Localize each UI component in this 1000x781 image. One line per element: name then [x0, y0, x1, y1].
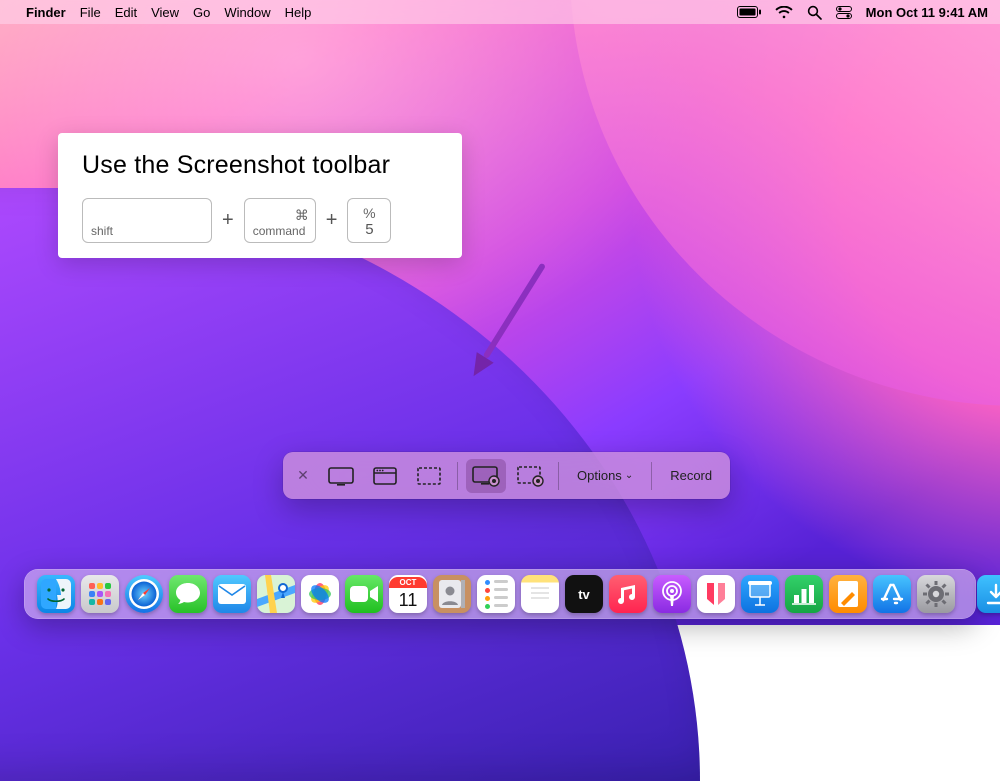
- chevron-down-icon: ⌄: [625, 470, 633, 481]
- key-shift: shift: [82, 198, 212, 243]
- toolbar-separator: [558, 462, 559, 490]
- plus-icon: +: [220, 209, 236, 232]
- calendar-month: OCT: [389, 577, 427, 588]
- keyboard-shortcut: shift + ⌘ command + % 5: [82, 198, 438, 243]
- dock-app-system-preferences[interactable]: [917, 575, 955, 613]
- record-selection-button[interactable]: [510, 459, 550, 493]
- dock-app-finder[interactable]: [37, 575, 75, 613]
- menu-item-view[interactable]: View: [151, 5, 179, 20]
- menu-clock[interactable]: Mon Oct 11 9:41 AM: [866, 5, 988, 20]
- capture-selection-button[interactable]: [409, 459, 449, 493]
- dock-app-appstore[interactable]: [873, 575, 911, 613]
- battery-status-icon[interactable]: [737, 6, 761, 18]
- plus-icon: +: [324, 209, 340, 232]
- calendar-day: 11: [399, 588, 418, 612]
- capture-entire-screen-button[interactable]: [321, 459, 361, 493]
- screenshot-toolbar: ✕ Options ⌄ Record: [283, 452, 730, 499]
- dock-app-messages[interactable]: [169, 575, 207, 613]
- close-toolbar-button[interactable]: ✕: [293, 467, 313, 484]
- dock-app-launchpad[interactable]: [81, 575, 119, 613]
- dock-app-keynote[interactable]: [741, 575, 779, 613]
- menu-item-edit[interactable]: Edit: [115, 5, 137, 20]
- record-entire-screen-button[interactable]: [466, 459, 506, 493]
- menu-item-help[interactable]: Help: [285, 5, 312, 20]
- dock-app-photos[interactable]: [301, 575, 339, 613]
- dock-app-calendar[interactable]: OCT 11: [389, 575, 427, 613]
- instruction-card: Use the Screenshot toolbar shift + ⌘ com…: [58, 133, 462, 258]
- dock-app-notes[interactable]: [521, 575, 559, 613]
- menu-bar: Finder File Edit View Go Window Help Mon…: [0, 0, 1000, 24]
- spotlight-search-icon[interactable]: [807, 5, 822, 20]
- menu-item-go[interactable]: Go: [193, 5, 210, 20]
- instruction-title: Use the Screenshot toolbar: [82, 151, 438, 180]
- dock-app-pages[interactable]: [829, 575, 867, 613]
- menu-item-window[interactable]: Window: [224, 5, 270, 20]
- dock-app-podcasts[interactable]: [653, 575, 691, 613]
- dock-app-facetime[interactable]: [345, 575, 383, 613]
- dock-app-mail[interactable]: [213, 575, 251, 613]
- wifi-status-icon[interactable]: [775, 6, 793, 19]
- dock: OCT 11 tv: [24, 569, 976, 619]
- dock-app-maps[interactable]: [257, 575, 295, 613]
- dock-downloads[interactable]: [977, 575, 1000, 613]
- record-button[interactable]: Record: [658, 468, 724, 483]
- dock-app-tv[interactable]: tv: [565, 575, 603, 613]
- options-dropdown[interactable]: Options ⌄: [565, 468, 645, 483]
- toolbar-separator: [457, 462, 458, 490]
- menu-app-name[interactable]: Finder: [26, 5, 66, 20]
- dock-app-contacts[interactable]: [433, 575, 471, 613]
- dock-app-safari[interactable]: [125, 575, 163, 613]
- capture-window-button[interactable]: [365, 459, 405, 493]
- dock-app-reminders[interactable]: [477, 575, 515, 613]
- menu-item-file[interactable]: File: [80, 5, 101, 20]
- key-five: % 5: [347, 198, 391, 243]
- control-center-icon[interactable]: [836, 6, 852, 19]
- dock-app-numbers[interactable]: [785, 575, 823, 613]
- key-command: ⌘ command: [244, 198, 316, 243]
- toolbar-separator: [651, 462, 652, 490]
- desktop-wallpaper: [0, 0, 1000, 625]
- dock-app-music[interactable]: [609, 575, 647, 613]
- dock-app-news[interactable]: [697, 575, 735, 613]
